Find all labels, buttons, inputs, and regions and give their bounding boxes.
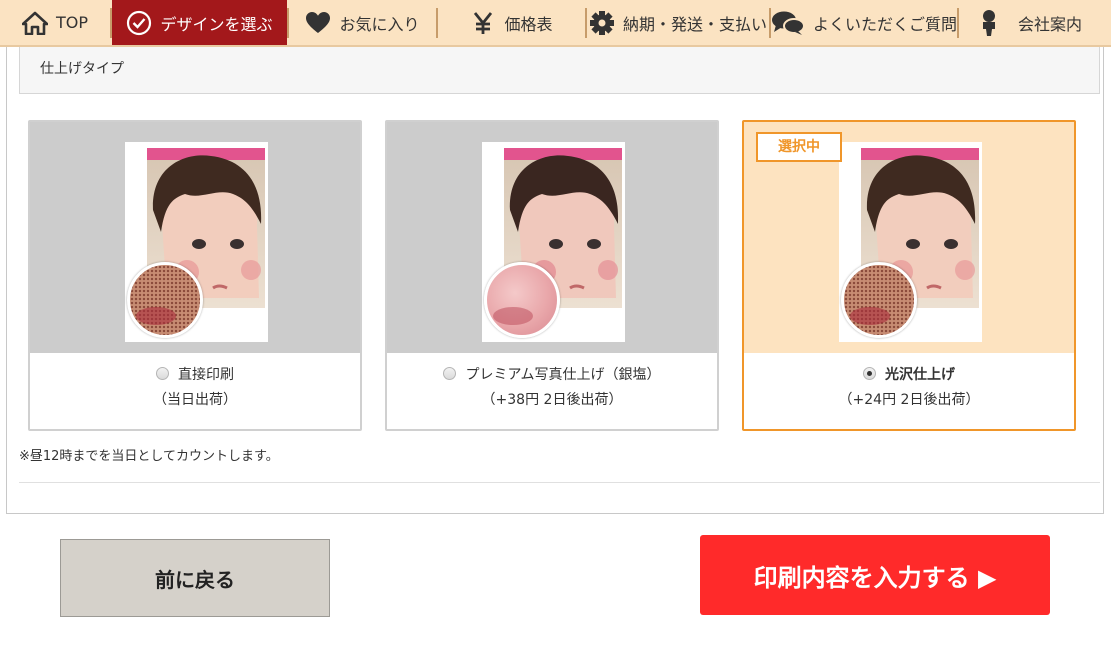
option-preview bbox=[30, 122, 360, 353]
nav-item-faq[interactable]: よくいただくご質問 bbox=[771, 0, 957, 45]
option-label: 直接印刷 bbox=[178, 367, 234, 383]
nav-item-top[interactable]: TOP bbox=[0, 0, 110, 45]
nav-item-price[interactable]: 価格表 bbox=[438, 0, 585, 45]
radio-gloss[interactable] bbox=[863, 367, 876, 380]
texture-loupe bbox=[127, 262, 203, 338]
option-preview: 選択中 bbox=[744, 122, 1074, 353]
texture-loupe bbox=[841, 262, 917, 338]
nav-item-delivery[interactable]: 納期・発送・支払い bbox=[587, 0, 769, 45]
enter-print-content-button[interactable]: 印刷内容を入力する ▶ bbox=[700, 535, 1050, 615]
gear-icon bbox=[589, 10, 615, 36]
check-circle-icon bbox=[126, 10, 152, 36]
divider bbox=[19, 482, 1100, 483]
nav-label-favorites: お気に入り bbox=[339, 14, 420, 34]
nav-label-faq: よくいただくご質問 bbox=[813, 14, 958, 34]
home-icon bbox=[21, 10, 48, 36]
section-title: 仕上げタイプ bbox=[19, 47, 1100, 94]
option-preview bbox=[387, 122, 717, 353]
radio-premium-photo[interactable] bbox=[443, 367, 457, 380]
back-button[interactable]: 前に戻る bbox=[60, 539, 330, 617]
selected-badge: 選択中 bbox=[756, 132, 842, 162]
heart-icon bbox=[305, 10, 331, 36]
option-card-premium-photo[interactable]: プレミアム写真仕上げ（銀塩） （+38円 2日後出荷） bbox=[385, 120, 719, 431]
sample-photo bbox=[839, 142, 982, 342]
nav-label-price: 価格表 bbox=[504, 14, 553, 34]
nav-label-design: デザインを選ぶ bbox=[160, 14, 273, 34]
nav-label-delivery: 納期・発送・支払い bbox=[622, 14, 767, 34]
texture-loupe bbox=[484, 262, 560, 338]
sample-photo bbox=[482, 142, 625, 342]
option-card-direct-print[interactable]: 直接印刷 （当日出荷） bbox=[28, 120, 362, 431]
option-label: プレミアム写真仕上げ（銀塩） bbox=[465, 367, 661, 383]
yen-icon bbox=[470, 10, 496, 36]
cutoff-note: ※昼12時までを当日としてカウントします。 bbox=[19, 449, 279, 464]
option-label: 光沢仕上げ bbox=[885, 367, 955, 383]
nav-item-favorites[interactable]: お気に入り bbox=[289, 0, 436, 45]
nav-item-company[interactable]: 会社案内 bbox=[959, 0, 1099, 45]
chat-bubbles-icon bbox=[771, 10, 805, 36]
option-delivery-note: （+38円 2日後出荷） bbox=[481, 392, 623, 408]
radio-direct-print[interactable] bbox=[156, 367, 169, 380]
nav-label-company: 会社案内 bbox=[1017, 14, 1082, 34]
person-icon bbox=[976, 9, 1002, 36]
finish-type-panel: 仕上げタイプ 直接印刷 （当日出荷） プレミアム写真仕上げ（銀塩） （+38円 … bbox=[6, 47, 1104, 514]
sample-photo bbox=[125, 142, 268, 342]
nav-item-design[interactable]: デザインを選ぶ bbox=[112, 0, 287, 45]
global-nav: TOP デザインを選ぶ お気に入り 価格表 納期・発送・支払い よくいただくご質… bbox=[0, 0, 1111, 47]
option-delivery-note: （当日出荷） bbox=[153, 392, 237, 408]
option-delivery-note: （+24円 2日後出荷） bbox=[838, 392, 980, 408]
option-card-gloss[interactable]: 選択中 光沢仕上げ （+24円 2日後出荷） bbox=[742, 120, 1076, 431]
nav-label-top: TOP bbox=[55, 13, 88, 32]
